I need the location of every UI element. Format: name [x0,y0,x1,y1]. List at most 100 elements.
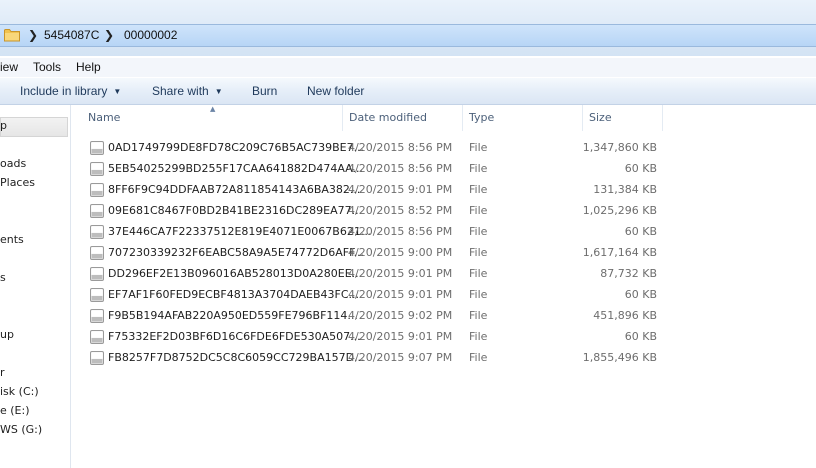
file-name: 09E681C8467F0BD2B41BE2316DC289EA77... [108,204,363,217]
generic-file-icon [90,330,104,344]
file-name: FB8257F7D8752DC5C8C6059CC729BA157D... [108,351,365,364]
nav-item-downloads[interactable]: oads [0,157,26,170]
table-row[interactable]: EF7AF1F60FED9ECBF4813A3704DAEB43FC... 4/… [71,285,671,306]
nav-selected-highlight [0,117,68,137]
command-bar: Include in library ▼ Share with ▼ Burn New… [0,78,816,105]
file-date-modified: 4/20/2015 9:07 PM [348,351,453,364]
column-header-name[interactable]: Name [82,105,343,131]
file-name: 8FF6F9C94DDFAAB72A811854143A6BA382... [108,183,361,196]
file-name: F9B5B194AFAB220A950ED559FE796BF114... [108,309,358,322]
file-size: 1,855,496 KB [582,351,657,364]
file-date-modified: 4/20/2015 8:52 PM [348,204,453,217]
menu-help[interactable]: Help [76,60,101,74]
table-row[interactable]: FB8257F7D8752DC5C8C6059CC729BA157D... 4/… [71,348,671,369]
file-name: 5EB54025299BD255F17CAA641882D474AA... [108,162,363,175]
share-with-label: Share with [152,84,209,98]
file-date-modified: 4/20/2015 9:01 PM [348,183,453,196]
file-size: 60 KB [624,288,657,301]
generic-file-icon [90,351,104,365]
file-size: 1,025,296 KB [582,204,657,217]
generic-file-icon [90,162,104,176]
table-row[interactable]: 37E446CA7F22337512E819E4071E0067B621... … [71,222,671,243]
menu-bar: iew Tools Help [0,58,816,77]
file-size: 1,617,164 KB [582,246,657,259]
column-header-size[interactable]: Size [583,105,663,131]
generic-file-icon [90,309,104,323]
table-row[interactable]: F9B5B194AFAB220A950ED559FE796BF114... 4/… [71,306,671,327]
file-size: 1,347,860 KB [582,141,657,154]
file-type: File [469,330,488,343]
file-size: 451,896 KB [593,309,657,322]
menu-view[interactable]: iew [0,60,18,74]
caret-down-icon: ▼ [113,87,122,96]
generic-file-icon [90,141,104,155]
table-row[interactable]: 09E681C8467F0BD2B41BE2316DC289EA77... 4/… [71,201,671,222]
file-size: 131,384 KB [593,183,657,196]
nav-item-drive-g[interactable]: WS (G:) [0,423,42,436]
generic-file-icon [90,225,104,239]
chevron-right-icon[interactable]: ❯ [104,28,114,42]
table-row[interactable]: 707230339232F6EABC58A9A5E74772D6AFF... 4… [71,243,671,264]
include-in-library-button[interactable]: Include in library ▼ [20,84,121,98]
generic-file-icon [90,246,104,260]
file-size: 60 KB [624,162,657,175]
generic-file-icon [90,183,104,197]
navigation-pane: p oads Places ents s up r isk (C:) e (E:… [0,105,71,468]
file-name: DD296EF2E13B096016AB528013D0A280EE... [108,267,363,280]
menu-tools[interactable]: Tools [33,60,61,74]
nav-item-computer[interactable]: r [0,366,5,379]
column-header-date-modified[interactable]: Date modified [343,105,463,131]
file-name: EF7AF1F60FED9ECBF4813A3704DAEB43FC... [108,288,360,301]
nav-item-local-disk-c[interactable]: isk (C:) [0,385,39,398]
table-row[interactable]: F75332EF2D03BF6D16C6FDE6FDE530A507... 4/… [71,327,671,348]
file-type: File [469,267,488,280]
table-row[interactable]: 8FF6F9C94DDFAAB72A811854143A6BA382... 4/… [71,180,671,201]
include-in-library-label: Include in library [20,84,108,98]
chevron-right-icon[interactable]: ❯ [28,28,38,42]
file-date-modified: 4/20/2015 9:02 PM [348,309,453,322]
file-list: ▲ Name Date modified Type Size 0AD174979… [71,105,816,468]
folder-icon [4,29,20,42]
file-date-modified: 4/20/2015 9:00 PM [348,246,453,259]
nav-item-homegroup[interactable]: up [0,328,14,341]
file-date-modified: 4/20/2015 9:01 PM [348,288,453,301]
column-header-type[interactable]: Type [463,105,583,131]
file-type: File [469,288,488,301]
table-row[interactable]: 0AD1749799DE8FD78C209C76B5AC739BE7... 4/… [71,138,671,159]
table-row[interactable]: 5EB54025299BD255F17CAA641882D474AA... 4/… [71,159,671,180]
file-type: File [469,246,488,259]
file-date-modified: 4/20/2015 8:56 PM [348,141,453,154]
new-folder-button[interactable]: New folder [307,84,364,98]
file-type: File [469,309,488,322]
breadcrumb-item[interactable]: 5454087C [44,28,99,42]
share-with-button[interactable]: Share with ▼ [152,84,223,98]
caret-down-icon: ▼ [214,87,223,96]
burn-button[interactable]: Burn [252,84,277,98]
file-date-modified: 4/20/2015 9:01 PM [348,330,453,343]
file-type: File [469,225,488,238]
file-date-modified: 4/20/2015 8:56 PM [348,162,453,175]
file-size: 60 KB [624,225,657,238]
file-size: 60 KB [624,330,657,343]
breadcrumb-item[interactable]: 00000002 [124,28,177,42]
file-name: 0AD1749799DE8FD78C209C76B5AC739BE7... [108,141,365,154]
file-size: 87,732 KB [600,267,657,280]
address-bar[interactable]: ❯ 5454087C ❯ 00000002 [0,24,816,47]
file-type: File [469,162,488,175]
nav-item-videos[interactable]: s [0,271,6,284]
file-name: 37E446CA7F22337512E819E4071E0067B621... [108,225,372,238]
file-name: 707230339232F6EABC58A9A5E74772D6AFF... [108,246,365,259]
nav-item-desktop[interactable]: p [0,119,7,132]
table-row[interactable]: DD296EF2E13B096016AB528013D0A280EE... 4/… [71,264,671,285]
file-type: File [469,351,488,364]
file-type: File [469,141,488,154]
file-date-modified: 4/20/2015 9:01 PM [348,267,453,280]
nav-item-recent-places[interactable]: Places [0,176,35,189]
file-name: F75332EF2D03BF6D16C6FDE6FDE530A507... [108,330,361,343]
nav-item-documents[interactable]: ents [0,233,24,246]
generic-file-icon [90,204,104,218]
file-type: File [469,183,488,196]
generic-file-icon [90,267,104,281]
nav-item-drive-e[interactable]: e (E:) [0,404,30,417]
file-date-modified: 4/20/2015 8:56 PM [348,225,453,238]
